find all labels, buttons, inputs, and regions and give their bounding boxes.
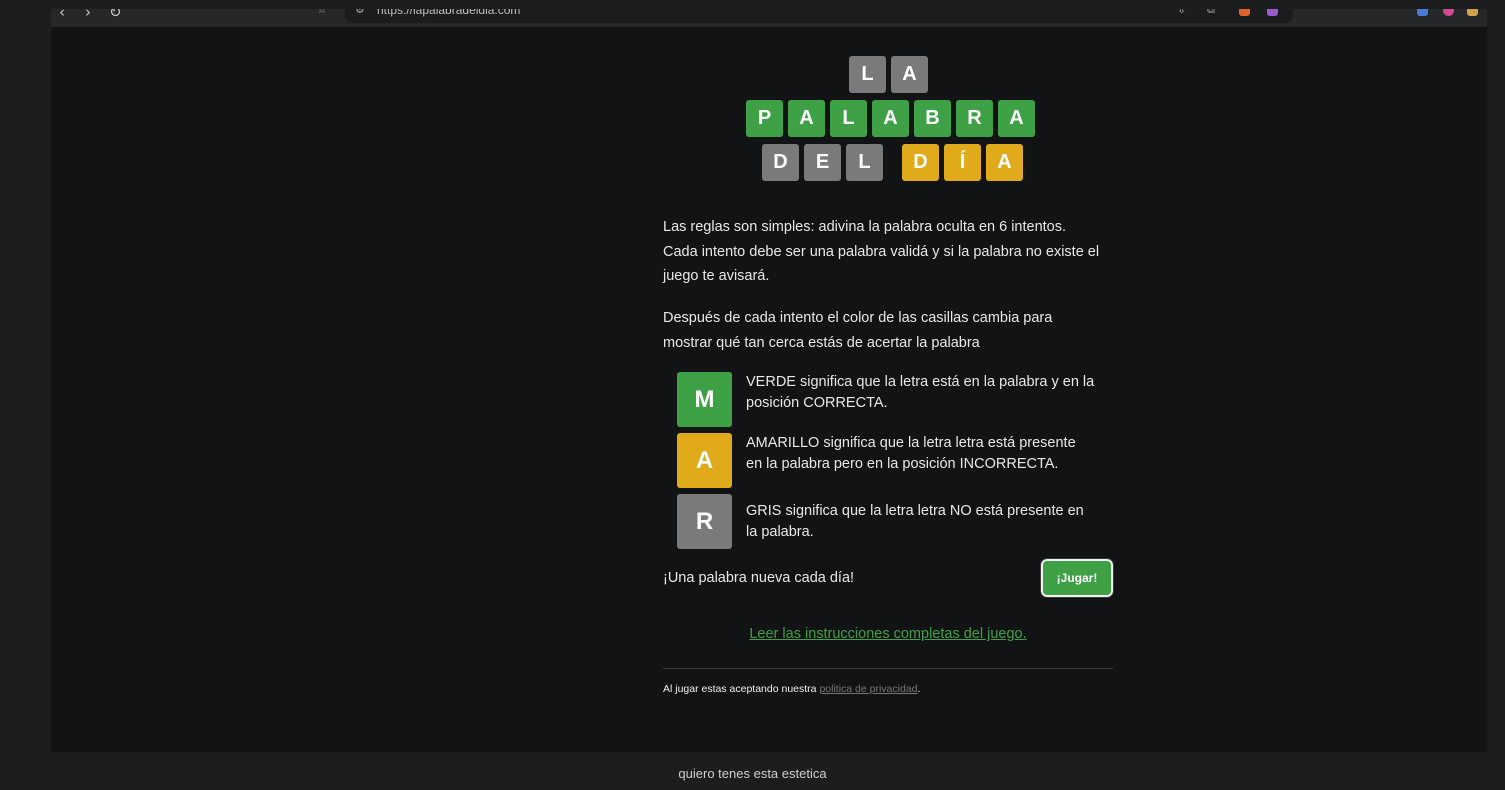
legend-tile-gray: R bbox=[677, 494, 732, 549]
legend-tile-green: M bbox=[677, 372, 732, 427]
back-icon[interactable]: ‹ bbox=[59, 9, 65, 21]
browser-window: ‹ › ↻ ☆ ⚙ https://lapalabradeldia.com ⇩ … bbox=[51, 9, 1487, 752]
bookmark-icon[interactable]: ☆ bbox=[317, 9, 327, 16]
logo-row-la: L A bbox=[849, 56, 928, 93]
scrollbar[interactable] bbox=[1491, 0, 1505, 790]
logo-tile: D bbox=[902, 144, 939, 181]
reload-icon[interactable]: ↻ bbox=[109, 9, 122, 21]
rules-paragraph-1: Las reglas son simples: adivina la palab… bbox=[663, 215, 1123, 289]
divider bbox=[663, 668, 1113, 669]
share-icon[interactable]: ⧉ bbox=[1207, 9, 1215, 17]
rules-paragraph-2: Después de cada intento el color de las … bbox=[663, 306, 1123, 355]
rules-line: mostrar qué tan cerca estás de acertar l… bbox=[663, 334, 980, 351]
logo-tile: A bbox=[872, 100, 909, 137]
play-button[interactable]: ¡Jugar! bbox=[1040, 558, 1114, 598]
legend-text-gray: GRIS significa que la letra letra NO est… bbox=[746, 501, 1116, 543]
logo-tile: L bbox=[830, 100, 867, 137]
logo-tile: A bbox=[998, 100, 1035, 137]
chat-caption: quiero tenes esta estetica bbox=[678, 766, 827, 781]
logo-row-del-dia: D E L D Í A bbox=[762, 144, 1023, 181]
logo-tile: A bbox=[986, 144, 1023, 181]
legend-line: la palabra. bbox=[746, 524, 814, 540]
logo-tile: L bbox=[849, 56, 886, 93]
logo-tile: L bbox=[846, 144, 883, 181]
rules-line: Las reglas son simples: adivina la palab… bbox=[663, 219, 1067, 235]
logo-tile: Í bbox=[944, 144, 981, 181]
url-text: https://lapalabradeldia.com bbox=[377, 9, 521, 17]
logo-tile: E bbox=[804, 144, 841, 181]
rewards-icon[interactable] bbox=[1267, 9, 1278, 16]
footer-label: Al jugar estas aceptando nuestra bbox=[663, 683, 820, 695]
legend-text-green: VERDE significa que la letra está en la … bbox=[746, 372, 1116, 414]
install-app-icon[interactable]: ⇩ bbox=[1177, 9, 1186, 16]
profile-icon[interactable] bbox=[1443, 9, 1454, 16]
legend-line: AMARILLO significa que la letra letra es… bbox=[746, 435, 1076, 451]
logo-tile: P bbox=[746, 100, 783, 137]
extension-icon[interactable] bbox=[1417, 9, 1428, 16]
shield-icon[interactable] bbox=[1239, 9, 1250, 16]
logo-tile: D bbox=[762, 144, 799, 181]
footer-period: . bbox=[917, 683, 921, 695]
menu-icon[interactable] bbox=[1467, 9, 1478, 16]
instructions-link[interactable]: Leer las instrucciones completas del jue… bbox=[663, 626, 1113, 642]
legend-tile-yellow: A bbox=[677, 433, 732, 488]
rules-line: Después de cada intento el color de las … bbox=[663, 310, 1053, 326]
legend-line: en la palabra pero en la posición INCORR… bbox=[746, 456, 1059, 472]
legend-line: VERDE significa que la letra está en la … bbox=[746, 374, 1095, 390]
forward-icon[interactable]: › bbox=[85, 9, 91, 21]
rules-line: Cada intento debe ser una palabra validá… bbox=[663, 243, 1100, 260]
legend-text-yellow: AMARILLO significa que la letra letra es… bbox=[746, 433, 1116, 475]
legend-line: posición CORRECTA. bbox=[746, 395, 888, 411]
logo-tile: R bbox=[956, 100, 993, 137]
logo-tile: A bbox=[891, 56, 928, 93]
logo-row-palabra: P A L A B R A bbox=[746, 100, 1035, 137]
site-info-icon[interactable]: ⚙ bbox=[355, 9, 365, 16]
logo-tile: A bbox=[788, 100, 825, 137]
rules-line: juego te avisará. bbox=[663, 268, 770, 284]
privacy-policy-link[interactable]: politica de privacidad bbox=[819, 683, 917, 695]
footer-text: Al jugar estas aceptando nuestra politic… bbox=[663, 683, 920, 695]
browser-toolbar: ‹ › ↻ ☆ ⚙ https://lapalabradeldia.com ⇩ … bbox=[51, 9, 1487, 27]
logo-tile: B bbox=[914, 100, 951, 137]
address-bar[interactable]: ⚙ https://lapalabradeldia.com ⇩ ⧉ bbox=[345, 9, 1293, 23]
legend-line: GRIS significa que la letra letra NO est… bbox=[746, 503, 1084, 519]
